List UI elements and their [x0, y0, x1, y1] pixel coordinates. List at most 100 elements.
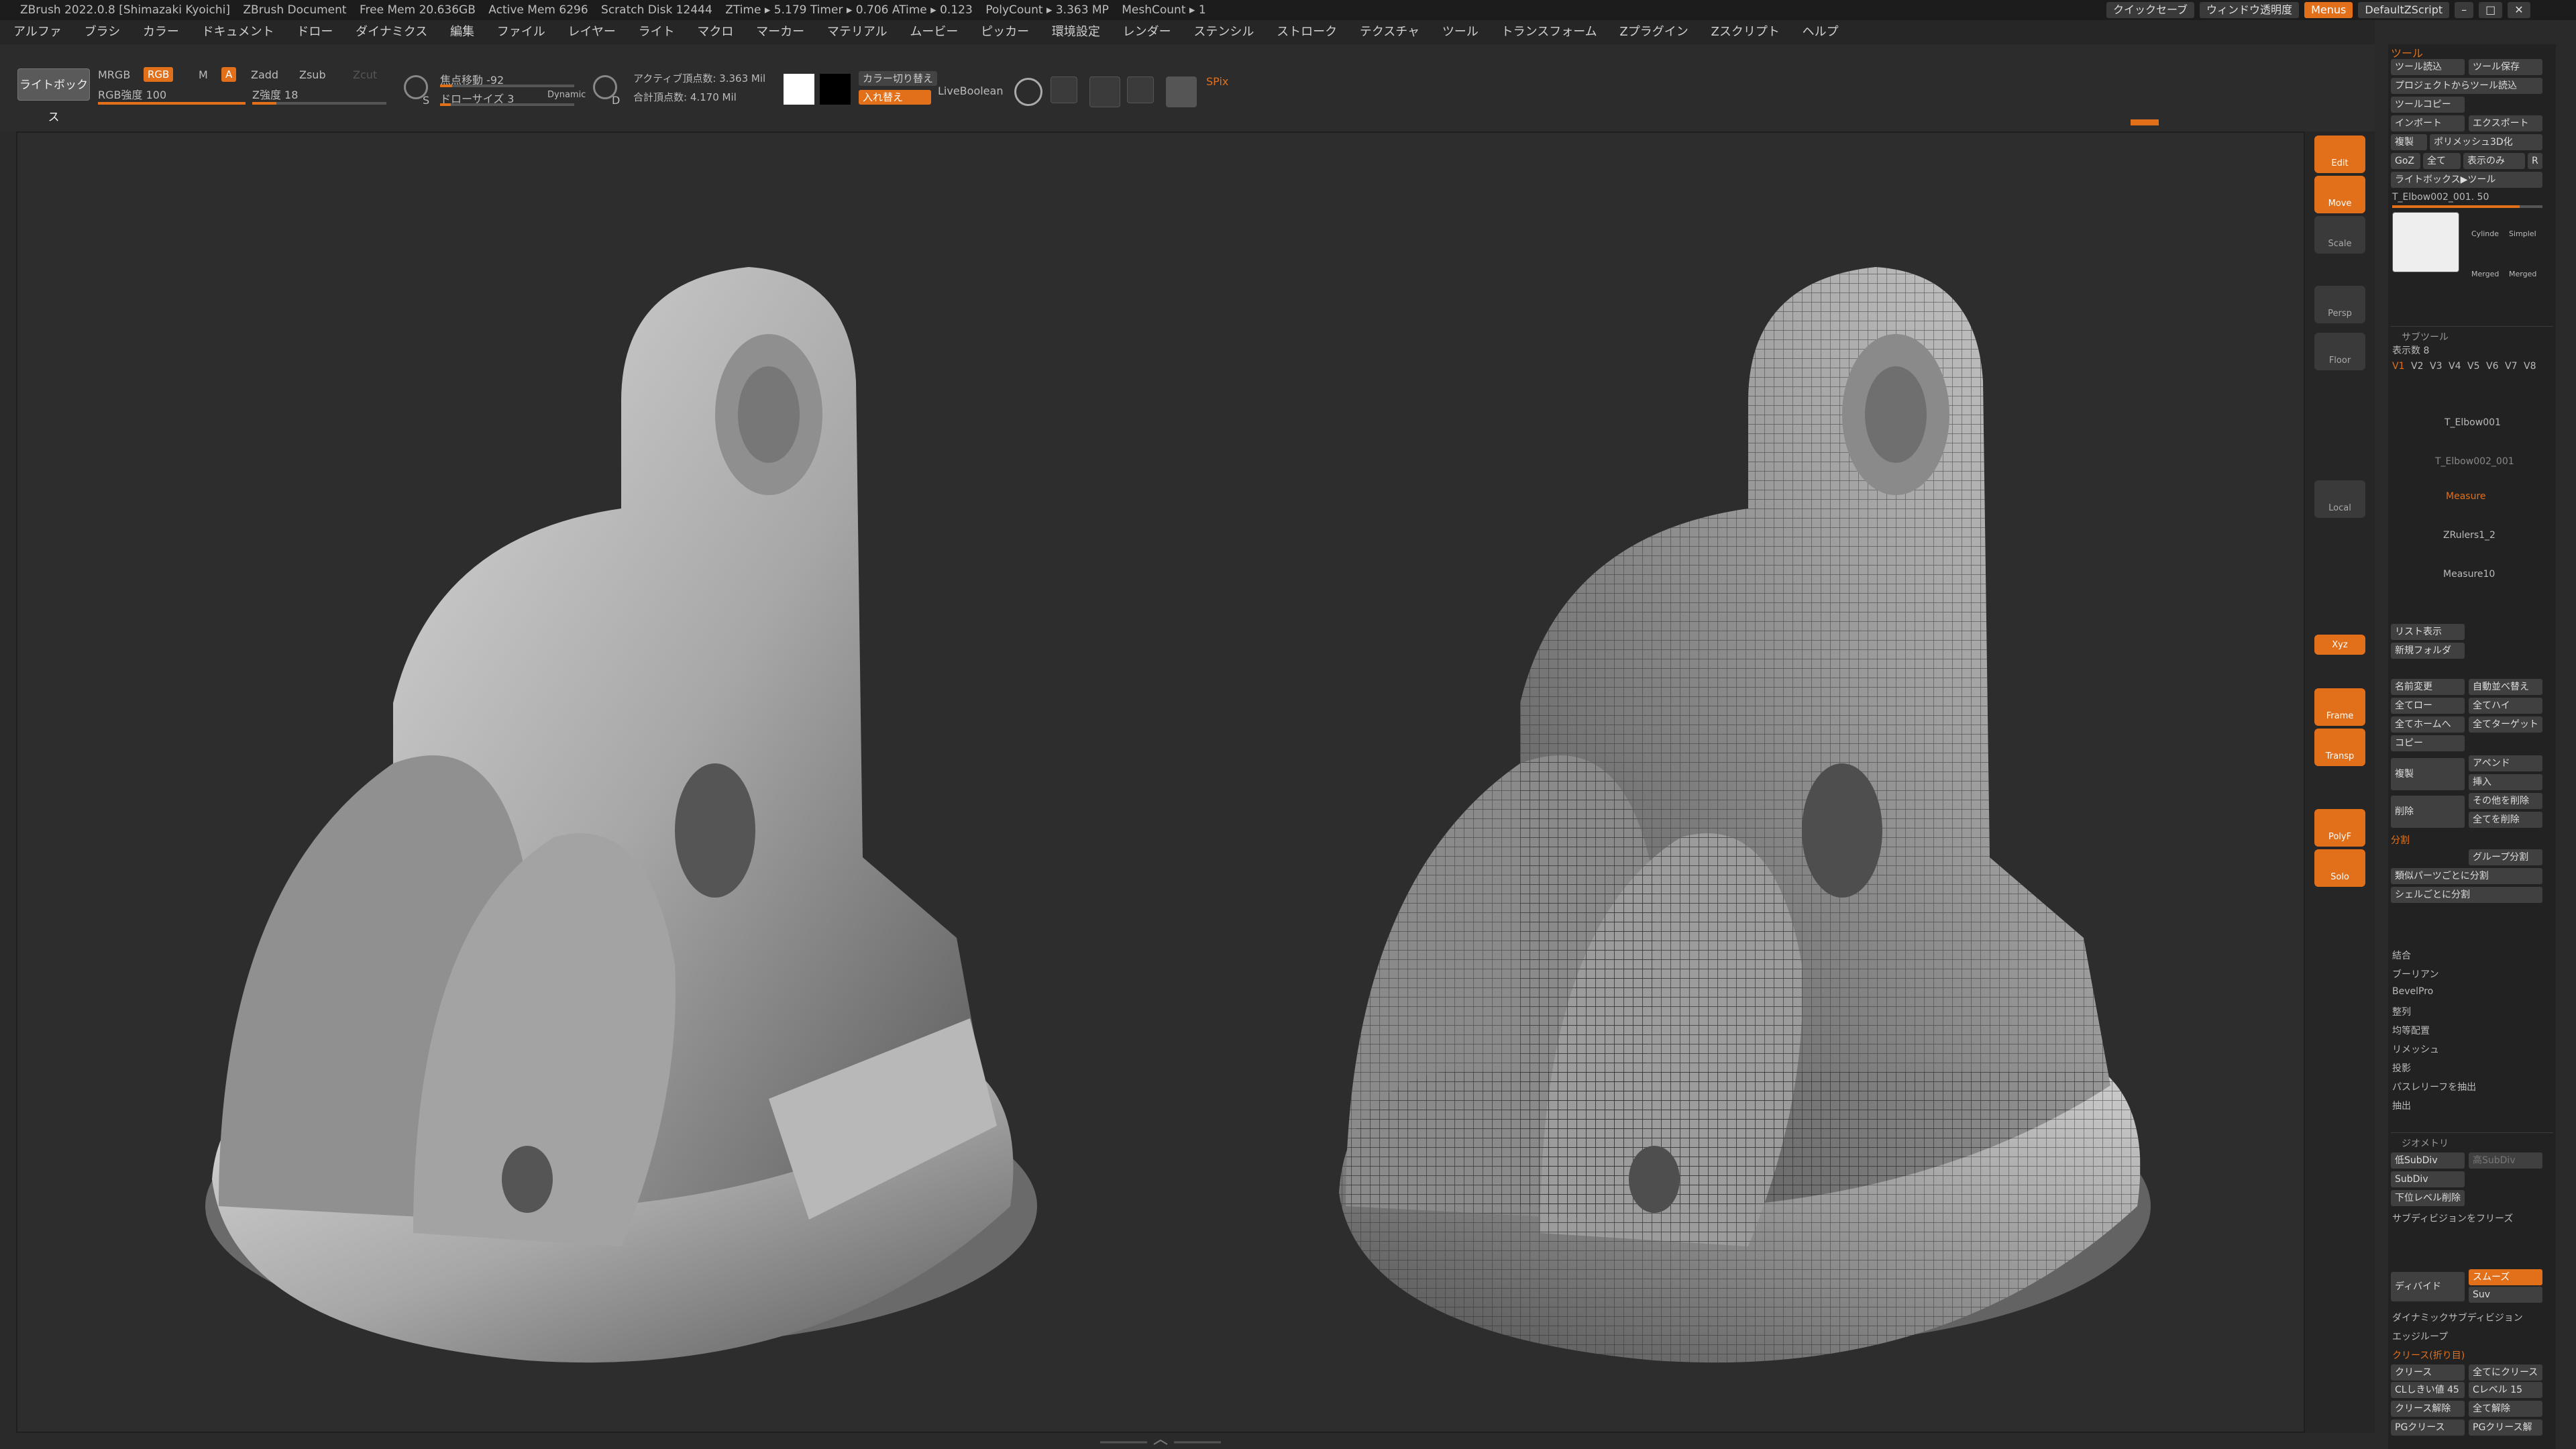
primary-color-swatch[interactable]	[784, 74, 814, 105]
distribute-section[interactable]: 均等配置	[2392, 1024, 2430, 1037]
dots-frame-icon[interactable]	[1089, 76, 1120, 107]
all-low-button[interactable]: 全てロー	[2391, 698, 2465, 714]
color-switch-button[interactable]: カラー切り替え	[859, 71, 938, 86]
menu-item[interactable]: マクロ	[697, 20, 733, 44]
menu-item[interactable]: ドキュメント	[202, 20, 274, 44]
zsub-button[interactable]: Zsub	[299, 68, 326, 81]
v-tab[interactable]: V2	[2411, 361, 2423, 372]
all-button[interactable]: 全て	[2423, 153, 2461, 169]
r-button[interactable]: R	[2528, 153, 2542, 169]
delete-button[interactable]: 削除	[2391, 796, 2465, 828]
all-to-target-button[interactable]: 全てターゲット	[2469, 716, 2542, 733]
secondary-color-swatch[interactable]	[820, 74, 851, 105]
menu-item[interactable]: マーカー	[756, 20, 804, 44]
dynamic-button[interactable]: Dynamic	[547, 90, 586, 100]
menu-item[interactable]: トランスフォーム	[1501, 20, 1597, 44]
menu-item[interactable]: 編集	[450, 20, 474, 44]
menu-item[interactable]: ステンシル	[1193, 20, 1254, 44]
v-tab[interactable]: V4	[2449, 361, 2461, 372]
group-split-button[interactable]: グループ分割	[2469, 849, 2542, 865]
a-button[interactable]: A	[221, 67, 237, 82]
extract-section[interactable]: 抽出	[2392, 1099, 2411, 1112]
remesh-section[interactable]: リメッシュ	[2392, 1042, 2439, 1056]
lower-subdiv-button[interactable]: 低SubDiv	[2391, 1152, 2465, 1169]
menu-item[interactable]: ファイル	[497, 20, 545, 44]
bottom-tray-handle[interactable]	[1100, 1436, 1221, 1445]
menu-item[interactable]: Zスクリプト	[1711, 20, 1780, 44]
menu-item[interactable]: カラー	[143, 20, 179, 44]
suv-toggle[interactable]: Suv	[2469, 1287, 2542, 1303]
menu-item[interactable]: 環境設定	[1052, 20, 1100, 44]
minimize-icon[interactable]: –	[2455, 2, 2474, 18]
duplicate-button[interactable]: 複製	[2391, 758, 2465, 790]
new-folder-button[interactable]: 新規フォルダ	[2391, 643, 2465, 659]
m-button[interactable]: M	[199, 68, 208, 81]
freeze-subdiv-button[interactable]: サブディビジョンをフリーズ	[2392, 1212, 2513, 1225]
material-icon[interactable]	[1166, 76, 1197, 107]
crease-level-slider[interactable]: Cレベル 15	[2469, 1382, 2542, 1398]
menu-item[interactable]: ムービー	[910, 20, 958, 44]
v-tab[interactable]: V5	[2467, 361, 2479, 372]
edge-loop-section[interactable]: エッジループ	[2392, 1330, 2448, 1343]
menu-item[interactable]: ヘルプ	[1803, 20, 1839, 44]
crease-all-button[interactable]: 全てにクリース	[2469, 1364, 2542, 1381]
swap-button[interactable]: 入れ替え	[859, 90, 931, 105]
crease-section[interactable]: クリース(折り目)	[2392, 1348, 2465, 1362]
lightbox-tool-button[interactable]: ライトボックス▶ツール	[2391, 172, 2542, 188]
boolean-section[interactable]: ブーリアン	[2392, 967, 2438, 981]
tool-size-slider[interactable]	[2392, 205, 2542, 208]
smooth-toggle[interactable]: スムーズ	[2469, 1269, 2542, 1285]
menu-item[interactable]: Zプラグイン	[1619, 20, 1688, 44]
delete-other-button[interactable]: その他を削除	[2469, 793, 2542, 809]
split-section[interactable]: 分割	[2391, 833, 2410, 847]
save-tool-button[interactable]: ツール保存	[2469, 59, 2542, 75]
lock-icon[interactable]	[1127, 76, 1154, 103]
lightbox-button[interactable]: ライトボックス	[17, 68, 90, 124]
draw-size-slider[interactable]	[440, 103, 574, 106]
menu-item[interactable]: ブラシ	[85, 20, 121, 44]
pg-uncrease-button[interactable]: PGクリース解	[2469, 1419, 2542, 1436]
import-button[interactable]: インポート	[2391, 115, 2465, 131]
higher-subdiv-button[interactable]: 高SubDiv	[2469, 1152, 2542, 1169]
copy-tool-button[interactable]: ツールコピー	[2391, 97, 2465, 113]
append-button[interactable]: アペンド	[2469, 755, 2542, 771]
menu-item[interactable]: ストローク	[1277, 20, 1337, 44]
menu-item[interactable]: テクスチャ	[1360, 20, 1419, 44]
z-intensity-slider[interactable]	[252, 102, 386, 105]
v-tab[interactable]: V1	[2392, 361, 2404, 372]
v-tab[interactable]: V3	[2430, 361, 2442, 372]
menus-button[interactable]: Menus	[2304, 2, 2353, 18]
export-button[interactable]: エクスポート	[2469, 115, 2542, 131]
menu-item[interactable]: マテリアル	[827, 20, 888, 44]
visible-button[interactable]: 表示のみ	[2463, 153, 2525, 169]
v-tab[interactable]: V6	[2486, 361, 2498, 372]
zadd-button[interactable]: Zadd	[251, 68, 278, 81]
crease-button[interactable]: クリース	[2391, 1364, 2465, 1381]
rename-button[interactable]: 名前変更	[2391, 679, 2465, 695]
default-script-button[interactable]: DefaultZScript	[2358, 2, 2450, 18]
project-section[interactable]: 投影	[2392, 1061, 2411, 1075]
copy-button[interactable]: コピー	[2391, 735, 2465, 751]
bevelpro-section[interactable]: BevelPro	[2392, 986, 2433, 997]
extract-relief-section[interactable]: パスレリーフを抽出	[2392, 1080, 2476, 1093]
insert-button[interactable]: 挿入	[2469, 774, 2542, 790]
close-icon[interactable]: ✕	[2508, 2, 2530, 18]
menu-item[interactable]: ライト	[639, 20, 675, 44]
delete-all-button[interactable]: 全てを削除	[2469, 812, 2542, 828]
menu-item[interactable]: ダイナミクス	[356, 20, 427, 44]
rgb-button[interactable]: RGB	[144, 67, 174, 82]
canvas-viewport[interactable]	[16, 131, 2305, 1433]
make-polymesh-button[interactable]: ポリメッシュ3D化	[2430, 134, 2542, 150]
tool-thumbnail[interactable]	[2392, 212, 2459, 272]
subtool-item[interactable]: Measure10	[2443, 569, 2495, 580]
all-high-button[interactable]: 全てハイ	[2469, 698, 2542, 714]
v-tab[interactable]: V8	[2524, 361, 2536, 372]
delete-lower-button[interactable]: 下位レベル削除	[2391, 1190, 2465, 1206]
pg-crease-button[interactable]: PGクリース	[2391, 1419, 2465, 1436]
floor-grid-icon[interactable]	[1051, 76, 1077, 103]
load-from-project-button[interactable]: プロジェクトからツール読込	[2391, 78, 2542, 94]
crease-threshold-slider[interactable]: CLしきい値 45	[2391, 1382, 2465, 1398]
sphere-icon[interactable]	[1014, 78, 1042, 106]
split-shell-button[interactable]: シェルごとに分割	[2391, 887, 2542, 903]
menu-item[interactable]: レンダー	[1123, 20, 1171, 44]
